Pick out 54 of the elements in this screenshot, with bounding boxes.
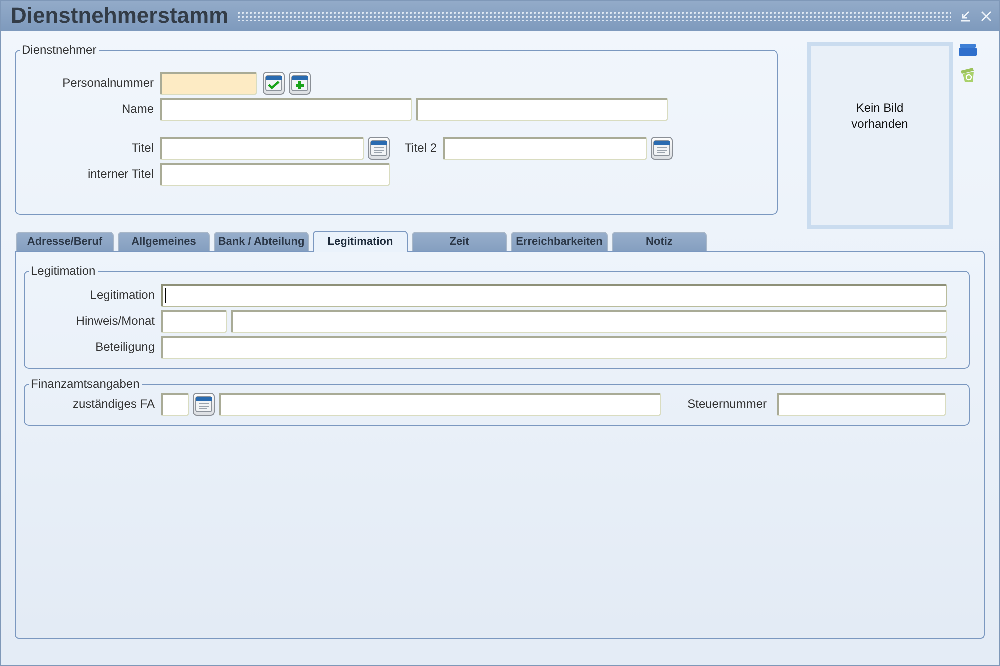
calendar-icon — [653, 139, 671, 157]
field-label: Steuernummer — [686, 397, 768, 411]
tab[interactable]: Bank / Abteilung — [214, 232, 309, 251]
group-title: Dienstnehmer — [21, 43, 98, 57]
tab[interactable]: Erreichbarkeiten — [511, 232, 608, 251]
field-label: Hinweis/Monat — [75, 314, 156, 328]
tab[interactable]: Legitimation — [313, 231, 408, 252]
calendar-icon — [195, 395, 213, 413]
calendar-button[interactable] — [651, 136, 673, 160]
input-field[interactable] — [160, 162, 390, 186]
input-field[interactable] — [416, 98, 668, 120]
calendar-button[interactable] — [368, 136, 390, 160]
input-field[interactable] — [231, 310, 947, 332]
calendar-button[interactable] — [193, 392, 215, 416]
input-field[interactable] — [161, 392, 189, 416]
input-field[interactable] — [161, 284, 947, 306]
text-cursor — [165, 288, 166, 302]
field-label: Titel 2 — [404, 141, 438, 155]
tab[interactable]: Zeit — [412, 232, 507, 251]
tab[interactable]: Notiz — [612, 232, 707, 251]
input-field[interactable] — [777, 392, 946, 416]
folder-icon — [959, 43, 977, 57]
plus-icon — [291, 74, 309, 92]
window-title: Dienstnehmerstamm — [11, 3, 229, 29]
field-label: Titel — [130, 141, 155, 155]
tab[interactable]: Allgemeines — [118, 232, 210, 251]
minimize-icon — [959, 10, 972, 22]
input-field[interactable] — [219, 392, 661, 416]
input-field[interactable] — [443, 136, 647, 160]
close-button[interactable] — [980, 10, 993, 22]
field-label: Legitimation — [89, 288, 156, 302]
field-label: interner Titel — [86, 167, 155, 181]
input-field[interactable] — [160, 136, 364, 160]
check-icon — [265, 74, 283, 92]
minimize-button[interactable] — [959, 10, 972, 22]
group-title: Finanzamtsangaben — [30, 377, 141, 391]
field-label: zuständiges FA — [72, 397, 156, 411]
folder-button[interactable] — [959, 43, 977, 59]
tab[interactable]: Adresse/Beruf — [16, 232, 114, 251]
input-field[interactable] — [160, 98, 412, 120]
recycle-icon — [959, 67, 977, 83]
field-label: Personalnummer — [62, 76, 155, 90]
add-button[interactable] — [289, 72, 311, 94]
photo-text: Kein Bild vorhanden — [850, 100, 910, 132]
field-label: Beteiligung — [94, 340, 156, 354]
input-field[interactable] — [161, 310, 227, 332]
calendar-icon — [370, 139, 388, 157]
delete-button[interactable] — [959, 67, 977, 83]
input-field[interactable] — [160, 72, 257, 94]
group-title: Legitimation — [30, 264, 97, 278]
input-field[interactable] — [161, 336, 947, 358]
check-button[interactable] — [263, 72, 285, 94]
close-icon — [980, 10, 993, 22]
field-label: Name — [120, 102, 155, 116]
